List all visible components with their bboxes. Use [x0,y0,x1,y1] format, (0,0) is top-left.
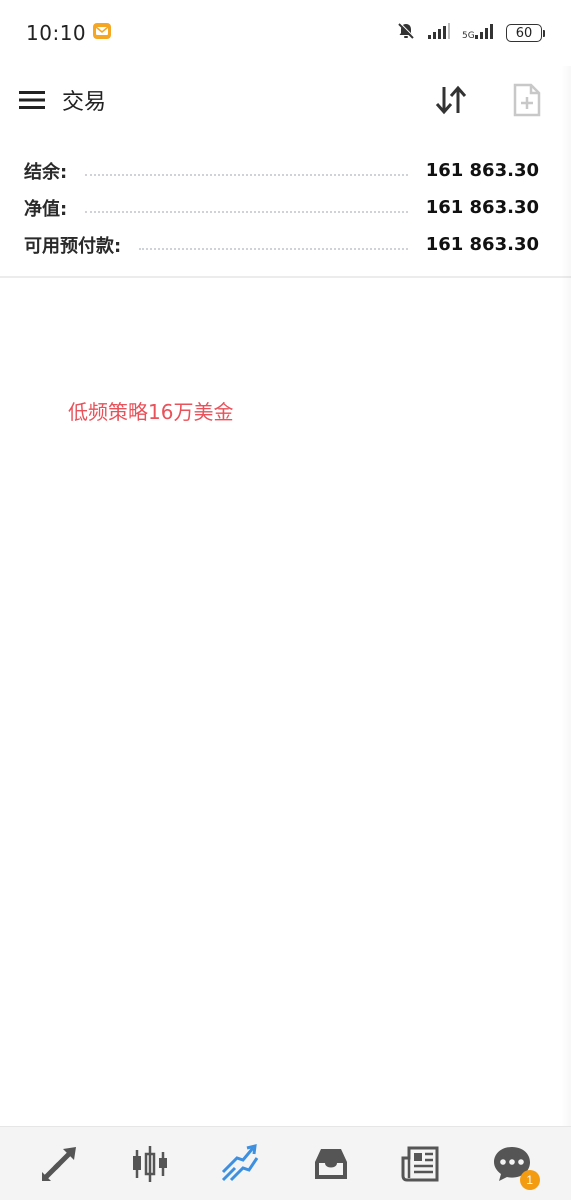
dotted-leader [139,246,408,250]
nav-history[interactable] [301,1134,361,1194]
nav-news[interactable] [391,1134,451,1194]
dotted-leader [85,172,408,176]
app-actions [433,82,555,118]
balance-value: 161 863.30 [425,160,539,181]
battery-indicator: 60 [506,24,545,42]
summary-row-balance: 结余: 161 863.30 [24,152,539,189]
summary-row-free-margin: 可用预付款: 161 863.30 [24,226,539,263]
sort-arrows-icon [435,85,467,115]
status-right: 5G 60 [396,21,545,45]
status-time: 10:10 [26,21,87,45]
status-bar: 10:10 5G 60 [0,0,571,66]
mute-bell-icon [396,21,416,45]
equity-label: 净值: [24,198,68,220]
svg-text:5G: 5G [462,31,475,40]
add-document-icon [513,83,541,117]
account-summary: 结余: 161 863.30 净值: 161 863.30 可用预付款: 161… [0,152,571,263]
hamburger-menu-icon [19,91,45,109]
candlestick-chart-icon [132,1145,167,1182]
new-order-button[interactable] [509,82,545,118]
balance-label: 结余: [24,161,68,183]
nav-chart[interactable] [120,1134,180,1194]
mail-notification-icon [92,21,112,45]
nav-messages[interactable]: 1 [482,1134,542,1194]
menu-button[interactable] [16,84,48,116]
free-margin-label: 可用预付款: [24,235,122,257]
free-margin-value: 161 863.30 [425,234,539,255]
wifi-signal-icon [426,22,452,44]
equity-value: 161 863.30 [425,197,539,218]
status-left: 10:10 [26,21,112,45]
battery-level: 60 [506,24,542,42]
sort-button[interactable] [433,82,469,118]
trade-trend-icon [222,1143,259,1181]
history-inbox-icon [314,1148,347,1179]
cell-signal-icon: 5G [462,22,496,44]
bottom-navigation: 1 [0,1126,571,1200]
messages-badge: 1 [519,1169,540,1190]
page-title: 交易 [62,90,107,115]
dotted-leader [85,209,408,213]
trade-screen: 10:10 5G 60 交易 结余: 161 863.30 净值: 161 86… [0,0,571,1200]
edge-shade [561,66,571,1126]
news-icon [401,1146,439,1181]
app-bar: 交易 [0,66,571,134]
nav-quotes[interactable] [29,1134,89,1194]
battery-cap [543,29,545,37]
overlay-caption: 低频策略16万美金 [68,400,234,424]
nav-trade[interactable] [210,1134,270,1194]
summary-row-equity: 净值: 161 863.30 [24,189,539,226]
quotes-arrows-icon [42,1146,77,1181]
